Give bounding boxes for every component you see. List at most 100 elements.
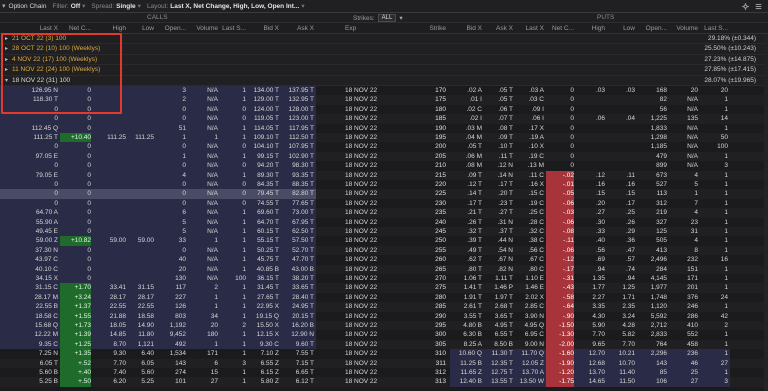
cell-ps[interactable]: 1 [700,340,728,349]
cell-clo[interactable] [128,114,154,123]
cell-k[interactable]: 290 [420,312,446,321]
cell-cn[interactable]: 0 [60,124,91,133]
cell-cl[interactable]: 118.30 T [24,95,58,104]
cell-pa[interactable]: 3.65 T [484,312,513,321]
cell-ch[interactable]: 21.88 [95,312,126,321]
cell-ca[interactable]: 102.90 T [281,152,314,161]
cell-ca[interactable]: 12.90 N [281,330,314,339]
cell-pa[interactable]: .82 N [484,265,513,274]
cell-pv[interactable]: 236 [670,349,698,358]
cell-cs[interactable]: 1 [220,218,246,227]
cell-ca[interactable]: 82.80 T [281,189,314,198]
cell-exp[interactable]: 18 NOV 22 [345,349,385,358]
cell-cl[interactable]: 97.05 E [24,152,58,161]
cell-ch[interactable]: 111.25 [95,133,126,142]
column-header[interactable]: Ask X [484,25,513,32]
cell-cv[interactable]: 2 [188,283,218,292]
cell-pb[interactable]: .49 T [452,246,482,255]
cell-plo[interactable]: 2.35 [607,302,635,311]
cell-pb[interactable]: .02 A [452,86,482,95]
cell-pl[interactable]: 11.70 Q [516,349,544,358]
cell-clo[interactable]: 6.40 [128,349,154,358]
cell-po[interactable]: 527 [637,180,667,189]
column-header[interactable]: High [577,25,605,32]
cell-k[interactable]: 275 [420,283,446,292]
cell-cs[interactable]: 1 [220,95,246,104]
cell-ca[interactable]: 9.60 T [281,340,314,349]
cell-pl[interactable]: .17 X [516,124,544,133]
cell-clo[interactable]: 18.58 [128,312,154,321]
cell-po[interactable]: 413 [637,246,667,255]
cell-po[interactable]: 82 [637,95,667,104]
cell-pb[interactable]: .17 T [452,199,482,208]
cell-pl[interactable]: 13.50 W [516,377,544,386]
cell-pn[interactable]: 0 [546,142,574,151]
cell-cn[interactable]: 0 [60,180,91,189]
cell-pb[interactable]: 1.41 T [452,283,482,292]
cell-k[interactable]: 180 [420,105,446,114]
cell-pv[interactable]: 4 [670,208,698,217]
cell-cb[interactable]: 55.15 T [249,236,279,245]
chevron-down-icon[interactable]: ▾ [5,77,8,84]
cell-exp[interactable]: 18 NOV 22 [345,152,385,161]
cell-k[interactable]: 260 [420,255,446,264]
cell-cs[interactable]: 0 [220,189,246,198]
cell-clo[interactable] [128,227,154,236]
cell-cv[interactable]: 171 [188,349,218,358]
cell-cb[interactable]: 69.60 T [249,208,279,217]
cell-po[interactable]: 673 [637,171,667,180]
cell-cl[interactable]: 15.68 Q [24,321,58,330]
cell-cn[interactable]: 0 [60,246,91,255]
cell-pv[interactable]: 8 [670,246,698,255]
cell-plo[interactable]: .26 [607,218,635,227]
cell-k[interactable]: 240 [420,218,446,227]
cell-pa[interactable]: 1.46 P [484,283,513,292]
cell-po[interactable]: 168 [637,86,667,95]
cell-cv[interactable]: N/A [188,161,218,170]
cell-plo[interactable]: .94 [607,274,635,283]
cell-clo[interactable]: 14.90 [128,321,154,330]
cell-pn[interactable]: -.90 [546,311,574,321]
cell-pl[interactable]: .19 C [516,199,544,208]
cell-po[interactable]: 312 [637,199,667,208]
cell-co[interactable]: 6 [157,208,186,217]
cell-cn[interactable]: 0 [60,95,91,104]
cell-pb[interactable]: .21 T [452,208,482,217]
cell-cv[interactable]: N/A [188,86,218,95]
cell-cv[interactable]: 20 [188,321,218,330]
cell-clo[interactable]: 31.15 [128,283,154,292]
cell-cl[interactable]: 0 [24,105,58,114]
table-row[interactable]: 15.68 Q +1.73 18.05 14.90 1,192 20 2 15.50 X 16.… [0,321,768,331]
table-row[interactable]: 9.35 C +1.25 8.70 1,121 492 1 1 9.30 C 9.60 T 18 … [0,339,768,350]
cell-ch[interactable] [95,105,126,114]
table-row[interactable]: 7.25 N +1.35 9.30 6.40 1,534 171 1 7.10 Z 7.55 T… [0,349,768,359]
cell-cv[interactable]: 1 [188,133,218,142]
cell-exp[interactable]: 18 NOV 22 [345,189,385,198]
cell-co[interactable]: 1 [157,133,186,142]
cell-cs[interactable]: 1 [220,86,246,95]
cell-cn[interactable]: 0 [60,86,91,95]
cell-pv[interactable]: 25 [670,368,698,377]
cell-cv[interactable]: N/A [188,265,218,274]
cell-exp[interactable]: 18 NOV 22 [345,218,385,227]
cell-exp[interactable]: 18 NOV 22 [345,208,385,217]
cell-k[interactable]: 245 [420,227,446,236]
cell-cl[interactable]: 0 [24,189,58,198]
cell-co[interactable]: 0 [157,161,186,170]
cell-pa[interactable]: .06 T [484,105,513,114]
cell-ps[interactable]: 1 [700,208,728,217]
cell-ph[interactable]: 1.77 [577,283,605,292]
column-header[interactable]: Low [128,25,154,32]
cell-cb[interactable]: 134.00 T [249,86,279,95]
cell-cb[interactable]: 124.00 T [249,105,279,114]
cell-pn[interactable]: -.06 [546,217,574,227]
menu-icon[interactable] [755,3,762,10]
cell-po[interactable]: 1,298 [637,133,667,142]
column-header[interactable]: Last S... [700,25,728,32]
cell-cb[interactable]: 79.45 T [249,189,279,198]
cell-ps[interactable]: 1 [700,368,728,377]
cell-pl[interactable]: 12.05 Z [516,359,544,368]
cell-clo[interactable]: 5.25 [128,377,154,386]
cell-exp[interactable]: 18 NOV 22 [345,236,385,245]
table-row[interactable]: 5.25 B +.50 6.20 5.25 101 27 1 5.80 Z 6.12 T 18 N… [0,377,768,387]
